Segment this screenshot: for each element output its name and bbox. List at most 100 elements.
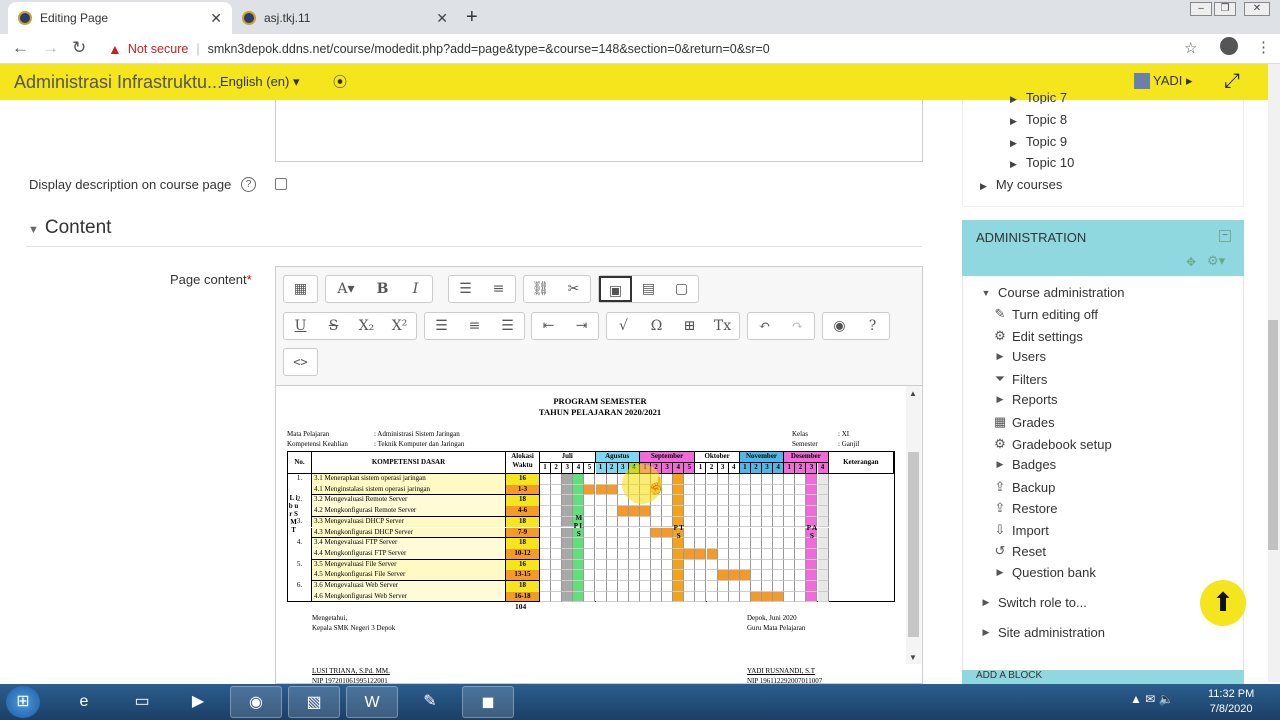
close-window-icon[interactable]: ✕ [1244, 2, 1270, 16]
block-actions-gear-icon[interactable]: ⚙▾ [1207, 253, 1225, 269]
display-description-checkbox[interactable] [275, 178, 287, 190]
admin-users[interactable]: ▶ Users [991, 349, 1046, 364]
link-icon[interactable]: ⛓ [524, 276, 557, 302]
admin-reset[interactable]: ↺ Reset [991, 543, 1046, 559]
week-cell [784, 538, 796, 549]
html-source-icon[interactable]: <> [284, 349, 317, 375]
table-icon[interactable]: ⊞ [673, 313, 706, 339]
clock[interactable]: 11:32 PM 7/8/2020 [1208, 687, 1254, 717]
admin-gradebook-setup[interactable]: ⚙ Gradebook setup [991, 436, 1112, 452]
admin-course-administration[interactable]: ▼ Course administration [977, 285, 1125, 300]
bookmark-star-icon[interactable]: ☆ [1184, 39, 1197, 57]
chrome-icon[interactable]: ◉ [230, 686, 282, 718]
help-icon[interactable]: ? [241, 177, 256, 192]
nav-item-topic-10[interactable]: ▶ Topic 10 [1010, 155, 1074, 170]
language-menu[interactable]: English (en) ▾ [220, 74, 300, 90]
word-icon[interactable]: W [346, 686, 398, 718]
outdent-icon[interactable]: ⇤ [532, 313, 565, 339]
undo-icon[interactable]: ↶ [748, 313, 781, 339]
address-bar[interactable]: ▲ Not secure | smkn3depok.ddns.net/cours… [104, 37, 1204, 61]
manage-files-icon[interactable]: ▢ [665, 276, 698, 302]
admin-filters[interactable]: ⏷ Filters [991, 371, 1048, 387]
admin-restore[interactable]: ⇪ Restore [991, 500, 1058, 516]
recorder-icon[interactable]: ◼ [462, 686, 514, 718]
week-cell [584, 527, 596, 539]
superscript-icon[interactable]: X² [383, 313, 416, 339]
italic-icon[interactable]: I [399, 276, 432, 302]
unlink-icon[interactable]: ✂ [557, 276, 590, 302]
close-tab-icon[interactable]: ✕ [210, 10, 222, 27]
reload-icon[interactable]: ↻ [72, 38, 86, 58]
notification-icon[interactable]: ⦿ [333, 72, 347, 92]
strikethrough-icon[interactable]: S [317, 313, 350, 339]
collapse-block-icon[interactable]: − [1219, 230, 1231, 242]
image-icon[interactable]: ▣ [599, 276, 632, 302]
align-center-icon[interactable]: ≡ [458, 313, 491, 339]
admin-edit-settings[interactable]: ⚙ Edit settings [991, 328, 1083, 344]
show-more-icon[interactable]: ▦ [284, 276, 317, 302]
start-button[interactable]: ⊞ [6, 686, 40, 718]
admin-grades[interactable]: ▦ Grades [991, 414, 1055, 430]
move-block-icon[interactable]: ✥ [1186, 255, 1196, 269]
new-tab-icon[interactable]: + [466, 6, 478, 29]
admin-backup[interactable]: ⇪ Backup [991, 479, 1056, 495]
subscript-icon[interactable]: X₂ [350, 313, 383, 339]
nav-item-my-courses[interactable]: ▶ My courses [980, 177, 1062, 192]
internet-explorer-icon[interactable]: e [58, 686, 110, 718]
admin-turn-editing-off[interactable]: ✎ Turn editing off [991, 306, 1098, 322]
admin-import[interactable]: ⇩ Import [991, 522, 1049, 538]
description-textarea[interactable] [275, 100, 923, 162]
user-menu[interactable]: YADI ▸ [1134, 73, 1193, 89]
fullscreen-icon[interactable]: ⤢ [1224, 70, 1240, 93]
system-tray[interactable]: ▲ ✉ 🔈 [1130, 692, 1174, 706]
bold-icon[interactable]: B [366, 276, 399, 302]
admin-switch-role[interactable]: ▶ Switch role to... [977, 595, 1087, 610]
tab-editing-page[interactable]: Editing Page ✕ [8, 2, 232, 34]
indent-icon[interactable]: ⇥ [565, 313, 598, 339]
site-name[interactable]: Administrasi Infrastruktu... [14, 72, 222, 93]
forward-icon[interactable]: → [42, 38, 59, 58]
week-cell [540, 484, 552, 496]
admin-badges[interactable]: ▶ Badges [991, 457, 1057, 472]
week-cell [806, 581, 818, 592]
paragraph-styles-icon[interactable]: A▾ [326, 276, 366, 302]
paint-palette-icon[interactable]: ✎ [404, 686, 456, 718]
screenreader-helper-icon[interactable]: ? [856, 313, 889, 339]
ordered-list-icon[interactable]: ≡ [482, 276, 515, 302]
redo-icon[interactable]: ↷ [781, 313, 814, 339]
admin-question-bank[interactable]: ▶ Question bank [991, 565, 1096, 580]
scroll-down-icon[interactable]: ▼ [909, 653, 917, 662]
minimize-icon[interactable]: – [1190, 2, 1212, 16]
tab-asj[interactable]: asj.tkj.11 ✕ [232, 2, 458, 34]
editor-scrollbar-thumb[interactable] [908, 452, 919, 637]
unordered-list-icon[interactable]: ☰ [449, 276, 482, 302]
underline-icon[interactable]: U [284, 313, 317, 339]
restore-icon[interactable]: ❐ [1214, 2, 1236, 16]
chevron-right-icon: ▶ [1010, 94, 1017, 104]
nav-item-topic-7[interactable]: ▶ Topic 7 [1010, 90, 1067, 104]
scroll-up-icon[interactable]: ▲ [909, 389, 917, 398]
menu-icon[interactable]: ⋮ [1256, 38, 1271, 56]
paint-icon[interactable]: ▧ [288, 686, 340, 718]
url-text[interactable]: smkn3depok.ddns.net/course/modedit.php?a… [208, 42, 770, 56]
special-character-icon[interactable]: Ω [640, 313, 673, 339]
admin-site-administration[interactable]: ▶ Site administration [977, 625, 1105, 640]
media-player-icon[interactable]: ▶ [172, 686, 224, 718]
file-explorer-icon[interactable]: ▭ [116, 686, 168, 718]
back-icon[interactable]: ← [12, 38, 29, 58]
close-tab-icon[interactable]: ✕ [436, 10, 448, 27]
nav-item-topic-9[interactable]: ▶ Topic 9 [1010, 134, 1067, 149]
nav-item-topic-8[interactable]: ▶ Topic 8 [1010, 112, 1067, 127]
media-icon[interactable]: ▤ [632, 276, 665, 302]
clear-formatting-icon[interactable]: Tx [706, 313, 739, 339]
admin-reports[interactable]: ▶ Reports [991, 392, 1058, 407]
align-right-icon[interactable]: ☰ [491, 313, 524, 339]
equation-icon[interactable]: √ [607, 313, 640, 339]
accessibility-checker-icon[interactable]: ◉ [823, 313, 856, 339]
admin-label: Backup [1012, 479, 1056, 495]
align-left-icon[interactable]: ☰ [425, 313, 458, 339]
content-section-header[interactable]: ▼ Content [28, 217, 111, 239]
profile-icon[interactable] [1220, 37, 1238, 55]
back-to-top-button[interactable]: ⬆ [1200, 580, 1246, 626]
scrollbar-thumb[interactable] [1268, 320, 1278, 550]
